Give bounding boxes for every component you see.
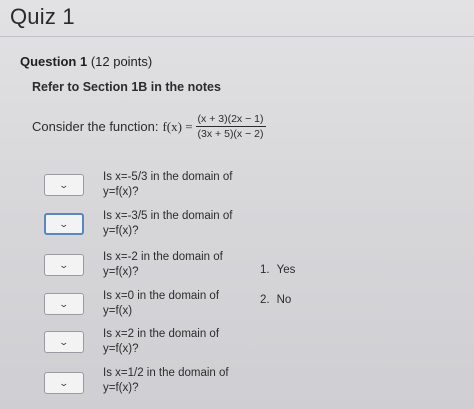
question-item-2: Is x=-3/5 in the domain of y=f(x)?	[103, 209, 253, 239]
answer-option-1-number: 1.	[260, 264, 270, 276]
function-fraction: (x + 3)(2x − 1) (3x + 5)(x − 2)	[195, 113, 266, 141]
answer-select-4[interactable]: ⌄	[44, 293, 84, 315]
question-header: Question 1 (12 points)	[20, 54, 152, 69]
question-item-4: Is x=0 in the domain of y=f(x)	[103, 289, 253, 319]
fraction-numerator: (x + 3)(2x − 1)	[197, 113, 264, 125]
answer-select-6[interactable]: ⌄	[44, 372, 84, 394]
answer-select-3[interactable]: ⌄	[44, 254, 84, 276]
question-item-3-line1: Is x=-2 in the domain of	[103, 251, 223, 263]
chevron-down-icon: ⌄	[58, 336, 70, 347]
question-item-4-line2: y=f(x)	[103, 305, 133, 317]
question-item-6: Is x=1/2 in the domain of y=f(x)?	[103, 366, 253, 396]
answer-option-2-label: No	[276, 294, 292, 306]
question-item-5-line2: y=f(x)?	[103, 343, 139, 355]
answer-option-1: 1. Yes	[260, 264, 295, 276]
chevron-down-icon: ⌄	[58, 298, 70, 309]
function-statement: Consider the function: f(x) = (x + 3)(2x…	[32, 113, 266, 140]
chevron-down-icon: ⌄	[58, 259, 70, 270]
quiz-page: Quiz 1 Question 1 (12 points) Refer to S…	[0, 0, 474, 409]
fraction-bar	[195, 126, 266, 128]
chevron-down-icon: ⌄	[58, 377, 70, 388]
refer-text: Refer to Section 1B in the notes	[32, 80, 221, 94]
question-item-2-line1: Is x=-3/5 in the domain of	[103, 210, 233, 222]
chevron-down-icon: ⌄	[58, 179, 70, 190]
answer-select-1[interactable]: ⌄	[44, 174, 84, 196]
title-divider	[0, 36, 474, 37]
question-item-3-line2: y=f(x)?	[103, 266, 139, 278]
consider-text: Consider the function:	[32, 119, 159, 135]
answer-select-2[interactable]: ⌄	[44, 213, 84, 235]
question-item-1: Is x=-5/3 in the domain of y=f(x)?	[103, 170, 253, 200]
question-label: Question 1	[20, 54, 88, 69]
answer-option-2-number: 2.	[260, 294, 270, 306]
question-points: (12 points)	[90, 54, 153, 69]
fraction-denominator: (3x + 5)(x − 2)	[197, 128, 264, 141]
question-item-6-line2: y=f(x)?	[103, 382, 139, 394]
question-item-1-line1: Is x=-5/3 in the domain of	[103, 171, 233, 183]
question-item-2-line2: y=f(x)?	[103, 225, 139, 237]
function-lhs: f(x) =	[162, 118, 193, 134]
chevron-down-icon: ⌄	[58, 218, 70, 229]
question-item-3: Is x=-2 in the domain of y=f(x)?	[103, 250, 253, 280]
page-title: Quiz 1	[10, 4, 75, 29]
question-item-1-line2: y=f(x)?	[103, 186, 139, 198]
question-item-5-line1: Is x=2 in the domain of	[103, 328, 220, 340]
question-item-6-line1: Is x=1/2 in the domain of	[103, 367, 229, 379]
question-item-5: Is x=2 in the domain of y=f(x)?	[103, 327, 253, 357]
answer-option-1-label: Yes	[276, 264, 296, 276]
answer-option-2: 2. No	[260, 294, 291, 306]
answer-select-5[interactable]: ⌄	[44, 331, 84, 353]
question-item-4-line1: Is x=0 in the domain of	[103, 290, 220, 302]
